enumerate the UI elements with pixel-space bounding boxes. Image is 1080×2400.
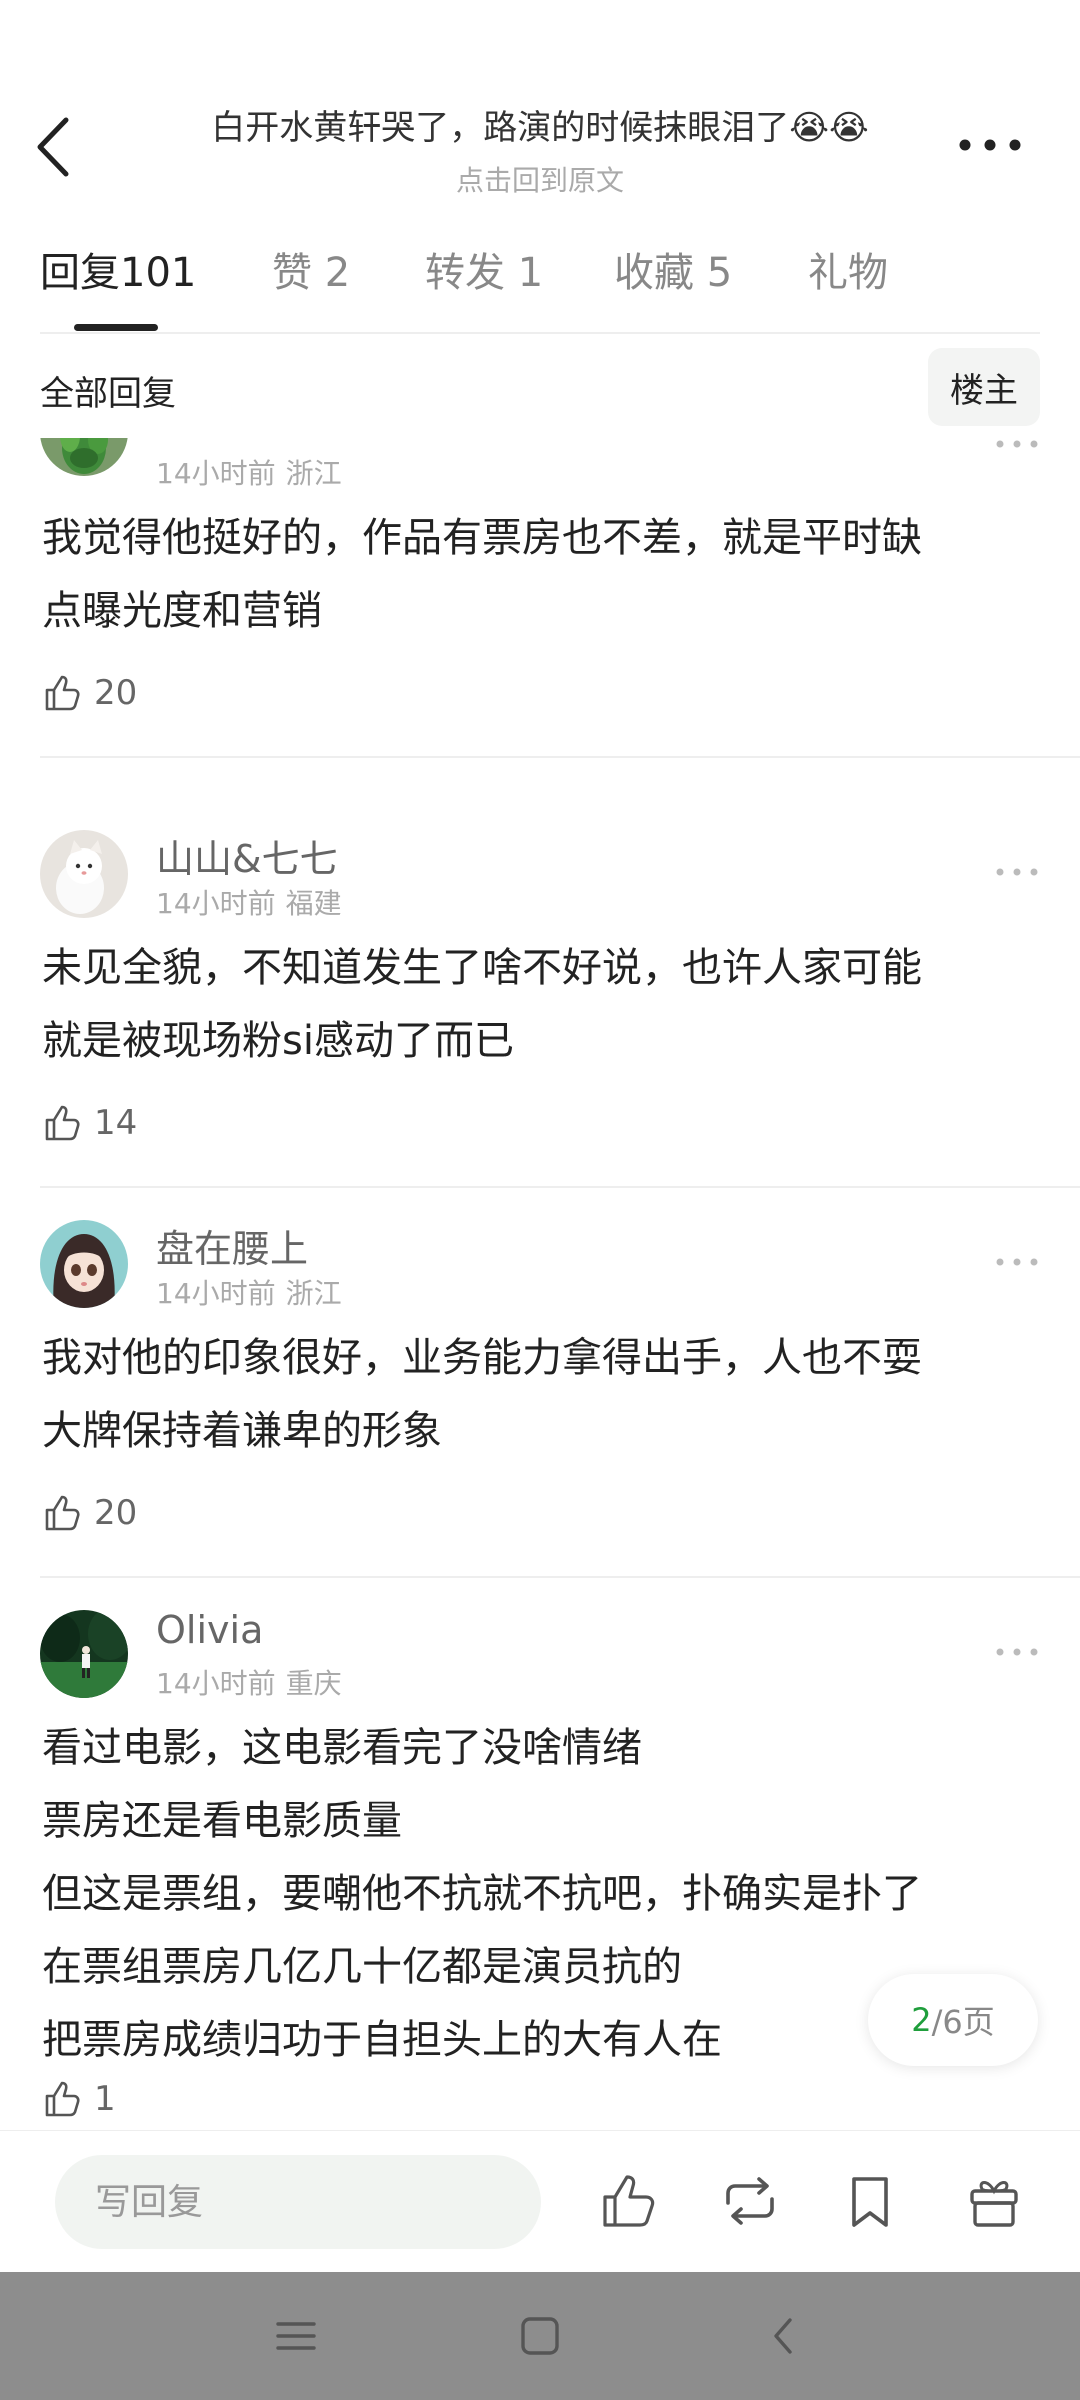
bookmark-icon [852, 2177, 888, 2227]
tab-favorites[interactable]: 收藏 5 [614, 240, 732, 298]
more-dots-icon [959, 139, 1021, 151]
menu-icon [276, 2322, 316, 2350]
current-page: 2 [911, 2001, 932, 2039]
reply-input[interactable] [55, 2155, 541, 2249]
comment-username[interactable]: 山山&七七 [156, 828, 338, 883]
user-avatar[interactable] [40, 438, 128, 476]
system-navigation-bar [0, 2272, 1080, 2400]
comment-more-button[interactable] [994, 438, 1040, 458]
repost-button[interactable] [718, 2169, 782, 2233]
like-count: 14 [94, 1103, 138, 1143]
comment-more-button[interactable] [994, 862, 1040, 882]
like-button[interactable]: 20 [42, 1490, 137, 1536]
post-title-area[interactable]: 白开水黄轩哭了，路演的时候抹眼泪了😭😭 点击回到原文 [150, 100, 930, 199]
white-cat-avatar-icon [40, 830, 128, 918]
owner-only-button[interactable]: 楼主 [928, 348, 1040, 426]
like-count: 20 [94, 673, 138, 713]
comment-divider [40, 1576, 1080, 1578]
comment-username[interactable]: 盘在腰上 [156, 1218, 308, 1273]
repost-icon [726, 2177, 774, 2225]
like-count: 1 [94, 2079, 116, 2119]
tab-reposts[interactable]: 转发 1 [425, 240, 543, 298]
more-dots-icon [996, 1648, 1038, 1656]
tabs-divider [40, 332, 1040, 334]
comment-text[interactable]: 我对他的印象很好，业务能力拿得出手，人也不耍 大牌保持着谦卑的形象 [42, 1322, 1042, 1468]
comment-text[interactable]: 我觉得他挺好的，作品有票房也不差，就是平时缺 点曝光度和营销 [42, 502, 1042, 648]
like-button[interactable]: 20 [42, 670, 137, 716]
comment-divider [40, 756, 1080, 758]
back-button[interactable] [30, 112, 80, 182]
comment-username[interactable]: Olivia [156, 1608, 263, 1652]
all-replies-label: 全部回复 [40, 374, 176, 414]
more-dots-icon [996, 868, 1038, 876]
forest-photo-avatar-icon [40, 1610, 128, 1698]
user-avatar[interactable] [40, 1220, 128, 1308]
user-avatar[interactable] [40, 830, 128, 918]
more-dots-icon [996, 1258, 1038, 1266]
comment-list[interactable]: 14小时前 浙江 我觉得他挺好的，作品有票房也不差，就是平时缺 点曝光度和营销 2… [0, 438, 1080, 2130]
back-to-original-link[interactable]: 点击回到原文 [150, 159, 930, 199]
system-back-button[interactable] [756, 2308, 812, 2364]
page-indicator[interactable]: 2/6页 [868, 1974, 1038, 2066]
home-button[interactable] [512, 2308, 568, 2364]
anime-girl-avatar-icon [40, 1220, 128, 1308]
recent-apps-button[interactable] [268, 2308, 324, 2364]
comment-more-button[interactable] [994, 1642, 1040, 1662]
more-dots-icon [996, 440, 1038, 448]
gift-icon [970, 2181, 1018, 2227]
comment-divider [40, 1186, 1080, 1188]
like-button[interactable]: 14 [42, 1100, 137, 1146]
bottom-action-bar [0, 2130, 1080, 2272]
tab-bar: 回复101 赞 2 转发 1 收藏 5 礼物 [0, 240, 1080, 330]
thumbs-up-icon [45, 675, 80, 711]
like-button[interactable]: 1 [42, 2076, 116, 2122]
thumbs-up-icon [603, 2175, 655, 2227]
user-avatar[interactable] [40, 1610, 128, 1698]
tab-likes[interactable]: 赞 2 [272, 240, 350, 298]
total-pages: /6页 [931, 2003, 995, 2041]
comment-meta: 14小时前 福建 [156, 887, 342, 920]
gift-button[interactable] [962, 2169, 1026, 2233]
thumbs-up-icon [45, 2081, 80, 2117]
header: 白开水黄轩哭了，路演的时候抹眼泪了😭😭 点击回到原文 [0, 0, 1080, 215]
comment-meta: 14小时前 浙江 [156, 1277, 342, 1310]
like-post-button[interactable] [597, 2169, 661, 2233]
thumbs-up-icon [45, 1495, 80, 1531]
bookmark-button[interactable] [838, 2169, 902, 2233]
home-square-icon [521, 2317, 559, 2355]
comment-more-button[interactable] [994, 1252, 1040, 1272]
thumbs-up-icon [45, 1105, 80, 1141]
tab-replies[interactable]: 回复101 [40, 240, 196, 298]
like-count: 20 [94, 1493, 138, 1533]
post-title[interactable]: 白开水黄轩哭了，路演的时候抹眼泪了😭😭 [150, 100, 930, 149]
chevron-left-icon [37, 117, 69, 177]
comment-meta: 14小时前 浙江 [156, 457, 342, 490]
active-tab-indicator [74, 324, 158, 331]
comment-meta: 14小时前 重庆 [156, 1667, 342, 1700]
green-plant-avatar-icon [40, 438, 128, 476]
comment-text[interactable]: 未见全貌，不知道发生了啥不好说，也许人家可能 就是被现场粉si感动了而已 [42, 932, 1042, 1078]
tab-gifts[interactable]: 礼物 [808, 240, 888, 298]
more-options-button[interactable] [955, 130, 1025, 160]
back-triangle-icon [774, 2318, 792, 2354]
